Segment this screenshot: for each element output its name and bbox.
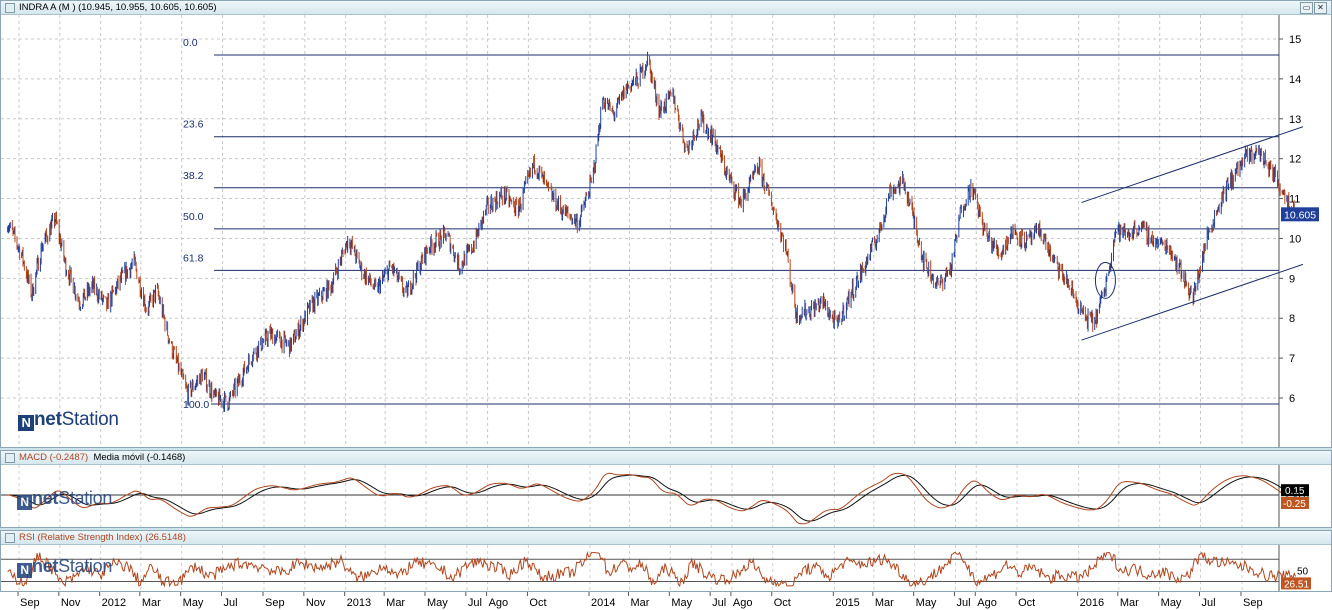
x-tick-label: Jul [1201, 597, 1215, 609]
rsi-panel: RSI (Relative Strength Index) (26.5148) … [0, 530, 1332, 592]
x-tick-label: Mar [630, 597, 649, 609]
x-tick-label: May [1161, 597, 1182, 609]
x-tick-label: May [427, 597, 448, 609]
price-tick-label: 8 [1289, 313, 1295, 325]
price-tick-label: 12 [1289, 154, 1301, 166]
close-button[interactable]: ✕ [1314, 2, 1327, 14]
panel-icon [5, 532, 15, 543]
x-tick-label: Jul [712, 597, 726, 609]
netstation-watermark: NnetStation [18, 409, 119, 431]
macd-title: MACD (-0.2487) [19, 452, 89, 463]
price-tick-label: 15 [1289, 34, 1301, 46]
macd-panel: MACD (-0.2487) Media móvil (-0.1468) 0.1… [0, 450, 1332, 528]
price-panel: INDRA A (M ) (10.945, 10.955, 10.605, 10… [0, 0, 1332, 448]
price-tick-label: 7 [1289, 353, 1295, 365]
x-tick-label: Mar [1120, 597, 1139, 609]
price-tick-label: 9 [1289, 273, 1295, 285]
watermark-net: net [32, 488, 59, 508]
macd-line [7, 472, 1296, 525]
x-tick-label: Oct [774, 597, 791, 609]
x-tick-label: Jul [468, 597, 482, 609]
netstation-logo-icon: N [17, 563, 32, 578]
channel-lower-line [1081, 263, 1304, 341]
rsi-chart: 50 26.51 [1, 545, 1311, 591]
macd-signal-title: Media móvil (-0.1468) [93, 452, 186, 463]
x-tick-label: Oct [1018, 597, 1035, 609]
fib-label: 38.2 [183, 170, 204, 182]
rsi-line [7, 550, 1297, 588]
x-axis: Sep Nov 2012 Mar May Jul Sep Nov 2013 Mar May Jul Ag… [0, 592, 1332, 610]
x-tick-label: May [671, 597, 692, 609]
x-tick-label: Jul [223, 597, 237, 609]
price-tick-label: 14 [1289, 74, 1301, 86]
panel-icon [5, 452, 15, 463]
rsi-title: RSI (Relative Strength Index) (26.5148) [19, 532, 186, 543]
fib-label: 61.8 [183, 252, 204, 264]
x-tick-label: 2014 [591, 597, 615, 609]
x-tick-label: 2016 [1080, 597, 1104, 609]
macd-panel-titlebar: MACD (-0.2487) Media móvil (-0.1468) [1, 451, 1331, 465]
netstation-watermark-rsi: NnetStation [17, 556, 112, 578]
rsi-value-label: 26.51 [1284, 579, 1309, 590]
x-tick-label: Jul [956, 597, 970, 609]
fib-label: 100.0 [183, 399, 209, 411]
watermark-station: Station [58, 488, 113, 508]
x-tick-label: Oct [529, 597, 546, 609]
netstation-logo-icon: N [17, 495, 32, 510]
fib-label: 0.0 [183, 37, 198, 49]
restore-button[interactable]: ▭ [1300, 2, 1313, 14]
chart-window: { "main_title": "INDRA A (M ) (10.945, 1… [0, 0, 1332, 610]
x-tick-label: 2012 [102, 597, 126, 609]
x-tick-label: Mar [875, 597, 894, 609]
rsi-tick-label: 50 [1297, 566, 1309, 577]
x-tick-label: May [183, 597, 204, 609]
x-tick-label: Ago [489, 597, 509, 609]
x-tick-label: 2013 [347, 597, 371, 609]
x-tick-label: Mar [386, 597, 405, 609]
price-tick-label: 6 [1289, 393, 1295, 405]
x-tick-label: Ago [977, 597, 997, 609]
watermark-station: Station [58, 556, 113, 576]
watermark-station: Station [61, 409, 119, 430]
panel-icon [5, 2, 15, 13]
price-tick-label: 13 [1289, 114, 1301, 126]
price-tick-label: 10 [1289, 233, 1301, 245]
watermark-net: net [34, 409, 62, 430]
x-tick-label: Nov [61, 597, 81, 609]
x-tick-label: Mar [142, 597, 161, 609]
x-tick-label: Sep [265, 597, 285, 609]
price-chart: 67891011121314150.023.638.250.061.8100.0… [1, 15, 1319, 447]
x-tick-label: Sep [20, 597, 40, 609]
watermark-net: net [32, 556, 59, 576]
last-price-label: 10.605 [1284, 209, 1316, 221]
netstation-watermark-macd: NnetStation [17, 488, 112, 510]
price-panel-title: INDRA A (M ) (10.945, 10.955, 10.605, 10… [19, 2, 217, 13]
x-tick-label: May [916, 597, 937, 609]
x-tick-label: 2015 [835, 597, 859, 609]
x-tick-label: Ago [733, 597, 753, 609]
macd-signal-line [7, 474, 1296, 522]
rsi-panel-titlebar: RSI (Relative Strength Index) (26.5148) [1, 531, 1331, 545]
x-tick-label: Sep [1243, 597, 1263, 609]
netstation-logo-icon: N [18, 415, 34, 431]
x-tick-label: Nov [306, 597, 326, 609]
fib-label: 23.6 [183, 119, 204, 131]
price-panel-titlebar: INDRA A (M ) (10.945, 10.955, 10.605, 10… [1, 1, 1331, 15]
fib-label: 50.0 [183, 211, 204, 223]
macd-chart: 0.150.0-0.25 [1, 465, 1309, 527]
macd-signal-label: -0.25 [1283, 499, 1306, 510]
